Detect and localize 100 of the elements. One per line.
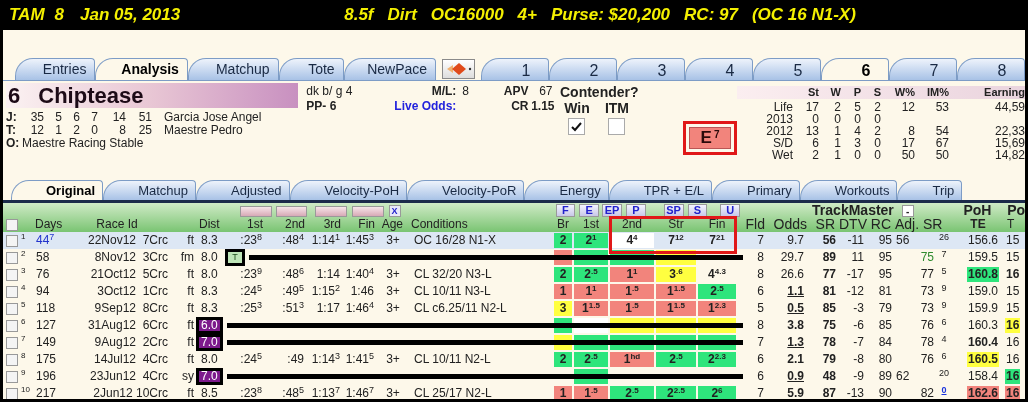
column-toggle-button[interactable]: [315, 206, 347, 217]
row-checkbox[interactable]: [6, 370, 18, 383]
column-toggle-button[interactable]: [275, 206, 308, 217]
row-checkbox[interactable]: [6, 234, 18, 247]
view-tab[interactable]: Primary: [711, 180, 800, 200]
column-header: RC: [869, 217, 892, 232]
pace-filter-button[interactable]: F: [555, 204, 576, 217]
main-tab[interactable]: Analysis: [95, 58, 188, 80]
view-tab[interactable]: Workouts: [799, 180, 898, 200]
final-time-cell: 1:46$^{7}$: [344, 386, 375, 399]
speed-rating-cell: 77: [821, 267, 837, 282]
view-tab[interactable]: Energy: [524, 180, 609, 200]
horse-tab[interactable]: 6: [821, 58, 889, 80]
connection-stat: 8: [118, 124, 126, 137]
pace-filter-button[interactable]: EP: [602, 204, 622, 217]
race-id-cell: 8Nov12 3Crc: [93, 250, 169, 265]
race-row[interactable]: 3 76 21Oct12 5Crc ft 8.0 :23$^{9}$ :48$^{6}$ 1:14 1:40$^{4}$ 3+ CL 32/20 N3-L 2 2$^{.5}$ 1$^{1}$ 3$^{.6}$ 4$^{4.3}$ 8 26.6 77 -17 95 77 5 160.8 16: [3, 266, 1025, 283]
horse-tab[interactable]: 7: [889, 58, 957, 80]
call-cell: 1$^{1.5}$: [656, 284, 696, 299]
horse-tab[interactable]: 2: [549, 58, 617, 80]
fraction-cell: :51$^{3}$: [281, 301, 305, 316]
field-size-cell: 6: [756, 369, 765, 384]
record-value: 5: [853, 101, 861, 113]
pace-filter-button[interactable]: E: [579, 204, 600, 217]
surface-cell: ft: [186, 335, 195, 350]
column-toggle-button[interactable]: [351, 206, 384, 217]
record-column-label: IM%: [926, 86, 949, 99]
main-tab[interactable]: Matchup: [187, 58, 279, 80]
te-cell: 159.5: [966, 250, 999, 265]
column-toggle-button[interactable]: [240, 206, 272, 217]
record-value: 4: [853, 125, 861, 137]
row-checkbox[interactable]: [6, 268, 18, 281]
race-row[interactable]: 5 118 9Sep12 8Crc ft 8.3 :25$^{3}$ :51$^{3}$ 1:17 1:46$^{4}$ 3+ CL c6.25/11 N2-L 3 1$^{1.5}$ 1$^{.5}$ 1$^{1.5}$ 1$^{2.3}$ 5 0.5 85 -3 79 73 9 159.9 15: [3, 300, 1025, 317]
main-tab[interactable]: NewPace: [343, 58, 437, 80]
last-column-cell: 15: [1005, 284, 1021, 299]
call-cell: 2: [554, 233, 572, 248]
horse-tab[interactable]: 4: [685, 58, 753, 80]
record-value: 54: [934, 125, 949, 137]
race-row[interactable]: 9 196 23Jun12 4Crc sy 7.0 6 0.9 48 -9 89 62 20 158.4 16: [3, 368, 1025, 385]
connection-label: T:: [6, 124, 17, 137]
horse-tab[interactable]: 1: [481, 58, 549, 80]
odds-cell: 29.7: [779, 250, 805, 265]
conditions-cell: OC 16/28 N1-X: [413, 233, 498, 248]
race-class-cell: 90: [877, 386, 893, 399]
view-tab[interactable]: Trip: [897, 180, 963, 200]
column-header: TE: [969, 217, 987, 232]
adjusted-sr-cell: 76: [919, 318, 935, 333]
race-id-cell: 22Nov12 7Crc: [86, 233, 169, 248]
record-value: 0: [873, 113, 881, 125]
record-value: 67: [934, 137, 949, 149]
race-row[interactable]: 2 58 8Nov12 3Crc fm 8.0 T 8 29.7 89 11 95 75 7 159.5 15: [3, 249, 1025, 266]
race-row[interactable]: 6 127 31Aug12 6Crc ft 6.0 8 3.8 75 -6 85 76 6 160.3 16: [3, 317, 1025, 334]
view-tab[interactable]: Velocity-PoH: [289, 180, 407, 200]
call-cell: 2: [554, 352, 572, 367]
collapse-button[interactable]: -: [901, 205, 914, 217]
group-label: TrackMaster: [812, 203, 894, 217]
adjusted-sr-cell: 76: [919, 352, 935, 367]
row-number: 3: [21, 266, 27, 277]
horse-tab[interactable]: 5: [753, 58, 821, 80]
view-tab[interactable]: Original: [11, 180, 104, 200]
row-checkbox[interactable]: [6, 251, 18, 264]
main-tab[interactable]: Entries: [15, 58, 96, 80]
pace-icon-button[interactable]: [442, 59, 475, 79]
adjusted-sr-cell: 73: [919, 284, 935, 299]
call-cell: 2$^{2.3}$: [698, 352, 736, 367]
view-tab[interactable]: TPR + E/L: [608, 180, 712, 200]
view-tab[interactable]: Velocity-PoR: [407, 180, 525, 200]
race-row[interactable]: 1 44$^{7}$ 22Nov12 7Crc ft 8.3 :23$^{8}$ :48$^{4}$ 1:14$^{1}$ 1:45$^{3}$ 3+ OC 16/28 N1-X 2 2$^{1}$ 4$^{4}$ 7$^{12}$ 7$^{21}$ 7 9.7 56 -11 95 56 26 156.6 15: [3, 232, 1025, 249]
checkbox[interactable]: [568, 118, 586, 135]
row-checkbox[interactable]: [6, 319, 18, 332]
close-columns-button[interactable]: X: [388, 205, 401, 217]
record-value: 12: [900, 101, 915, 113]
race-row[interactable]: 8 175 14Jul12 4Crc ft 8.0 :24$^{5}$ :49 1:14$^{3}$ 1:41$^{5}$ 3+ CL 10/11 N2-L 2 2$^{.5}$ 1$^{hd}$ 2$^{.5}$ 2$^{2.3}$ 6 2.1 79 -8 80 76 6 160.5 16: [3, 351, 1025, 368]
final-time-cell: 1:41$^{5}$: [344, 352, 375, 367]
view-tab[interactable]: Adjusted: [196, 180, 290, 200]
race-row[interactable]: 7 149 9Aug12 2Crc ft 7.0 7 1.3 78 -7 84 78 4 160.4 16: [3, 334, 1025, 351]
race-row[interactable]: 10 217 2Jun12 10Crc ft 8.5 :23$^{8}$ :48$^{5}$ 1:13$^{7}$ 1:46$^{7}$ 3+ CL 25/17 N2-L 1 1$^{.5}$ 2$^{.5}$ 2$^{2.5}$ 2$^{6}$ 7 5.9 87 -13 90 82 0 162.6 16: [3, 385, 1025, 399]
column-header: DTV: [839, 217, 867, 232]
view-tab[interactable]: Matchup: [103, 180, 196, 200]
row-checkbox[interactable]: [6, 285, 18, 298]
row-checkbox[interactable]: [6, 353, 18, 366]
row-checkbox[interactable]: [6, 387, 18, 399]
select-all-checkbox[interactable]: [6, 218, 18, 231]
speed-rating-cell: 56: [821, 233, 837, 248]
column-header: Fin: [707, 217, 727, 232]
rank-link[interactable]: 0: [940, 385, 948, 395]
race-row[interactable]: 4 94 3Oct12 1Crc ft 8.3 :24$^{5}$ :49$^{5}$ 1:15$^{2}$ 1:46 3+ CL 10/11 N3-L 1 1$^{1}$ 1$^{.5}$ 1$^{1.5}$ 2$^{.5}$ 6 1.1 81 -12 81 73 9 159.0 15: [3, 283, 1025, 300]
morning-line-label: M/L:: [430, 84, 457, 99]
main-tab[interactable]: Tote: [278, 58, 344, 80]
age-cell: 3+: [385, 284, 401, 299]
row-checkbox[interactable]: [6, 302, 18, 315]
checkbox[interactable]: [608, 118, 626, 135]
horse-tab[interactable]: 8: [957, 58, 1025, 80]
horse-tab[interactable]: 3: [617, 58, 685, 80]
race-id-cell: 9Sep12 8Crc: [93, 301, 169, 316]
record-column-label: Earning: [983, 86, 1025, 99]
record-value: 1: [833, 125, 841, 137]
live-odds-label: Live Odds:: [394, 99, 457, 114]
field-size-cell: 6: [756, 352, 765, 367]
row-checkbox[interactable]: [6, 336, 18, 349]
